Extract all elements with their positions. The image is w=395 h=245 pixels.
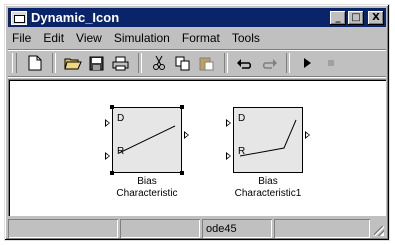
status-empty [274,219,370,238]
block-label[interactable]: Bias Characteristic [97,176,197,200]
print-icon[interactable] [109,52,132,74]
bias-characteristic-block[interactable]: D R [110,105,184,175]
maximize-button[interactable]: □ [348,10,364,25]
save-icon[interactable] [85,52,108,74]
model-canvas[interactable]: D R Bias Characteristic D R Bias Charact… [8,79,386,216]
start-icon[interactable] [295,52,318,74]
status-bar: ode45 [8,219,386,238]
piecewise-characteristic-icon [239,119,297,157]
status-solver: ode45 [202,219,272,238]
toolbar [8,49,386,77]
cut-icon[interactable] [147,52,170,74]
block-label-line2: Characteristic [116,188,178,199]
selection-handle[interactable] [180,105,184,109]
menu-edit[interactable]: Edit [37,31,70,45]
input-port-r-arrow[interactable] [105,152,110,160]
toolbar-separator [224,53,228,73]
menu-format[interactable]: Format [176,31,226,45]
selection-handle[interactable] [110,171,114,175]
input-port-d-arrow[interactable] [105,119,110,127]
model-app-icon[interactable] [11,10,27,25]
toolbar-separator [286,53,290,73]
block-label-line1: Bias [137,176,157,187]
block-label-line2: Characteristic1 [234,188,302,199]
new-icon[interactable] [23,52,46,74]
output-port-arrow[interactable] [305,131,310,139]
paste-icon[interactable] [195,52,218,74]
input-port-d-arrow[interactable] [226,119,231,127]
toolbar-separator [52,53,56,73]
status-ready [8,219,118,238]
stop-icon[interactable] [319,52,342,74]
redo-icon[interactable] [257,52,280,74]
toolbar-grip[interactable] [12,53,17,73]
block-label-line1: Bias [258,176,278,187]
menu-view[interactable]: View [70,31,108,45]
open-icon[interactable] [61,52,84,74]
window-title: Dynamic_Icon [31,10,120,25]
input-port-r-arrow[interactable] [226,152,231,160]
status-empty [120,219,200,238]
menu-bar: File Edit View Simulation Format Tools [8,29,386,47]
minimize-button[interactable]: _ [330,10,346,25]
selection-handle[interactable] [180,171,184,175]
simulink-window: Dynamic_Icon _ □ X File Edit View Simula… [4,4,390,241]
menu-tools[interactable]: Tools [226,31,266,45]
linear-characteristic-icon [118,125,176,154]
menu-simulation[interactable]: Simulation [108,31,176,45]
output-port-arrow[interactable] [184,131,189,139]
menu-file[interactable]: File [8,31,37,45]
title-bar[interactable]: Dynamic_Icon _ □ X [8,8,386,27]
copy-icon[interactable] [171,52,194,74]
toolbar-separator [138,53,142,73]
close-button[interactable]: X [368,10,384,25]
resize-grip[interactable] [372,219,386,238]
bias-characteristic1-block[interactable]: D R [233,107,303,173]
undo-icon[interactable] [233,52,256,74]
block-label[interactable]: Bias Characteristic1 [218,176,318,200]
